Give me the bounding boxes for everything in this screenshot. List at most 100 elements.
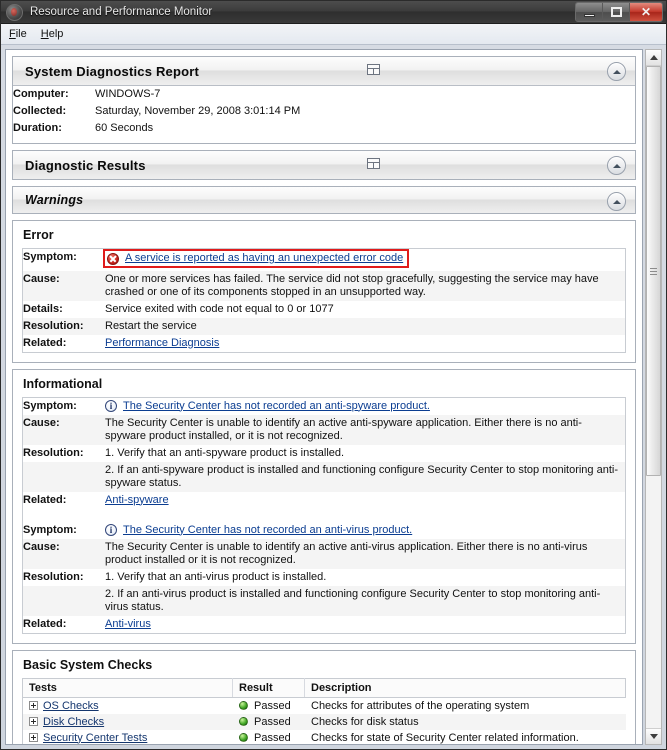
scroll-down-button[interactable] [646,728,661,744]
minimize-button[interactable] [576,3,603,21]
scrollbar-thumb[interactable] [646,66,661,477]
error-table: Symptom: A service is reported as having… [23,249,625,352]
table-row: Resolution: Restart the service [23,317,625,335]
client-area: System Diagnostics Report Computer: WIND… [1,45,666,749]
info0-symptom-label: Symptom: [23,399,77,412]
maximize-icon [610,7,622,17]
error-highlight-box: A service is reported as having an unexp… [103,249,410,268]
chevron-up-icon [612,199,621,204]
close-button[interactable]: ✕ [630,3,662,21]
table-row-spacer [23,509,625,522]
warnings-bar[interactable]: Warnings [13,187,635,213]
expand-icon[interactable] [29,733,38,742]
scroll-up-button[interactable] [646,50,661,66]
table-row: Collected: Saturday, November 29, 2008 3… [13,103,635,120]
table-icon [367,158,380,169]
table-row: Related: Anti-spyware [23,492,625,509]
info-icon: i [105,524,117,536]
error-symptom-label: Symptom: [23,251,77,263]
basic-system-checks-table: Tests Result Description OS Checks Passe… [22,677,626,745]
warnings-collapse-button[interactable] [607,192,626,211]
status-badge: Passed [254,699,291,712]
info0-resolution-spacer [23,461,105,492]
error-title: Error [23,228,54,242]
info1-related-link[interactable]: Anti-virus [105,618,151,630]
table-row: Duration: 60 Seconds [13,120,635,137]
info0-symptom-link[interactable]: The Security Center has not recorded an … [123,400,430,413]
info1-resolution-2: 2. If an anti-virus product is installed… [105,585,625,616]
row-security-center-result: Passed [233,730,305,745]
row-os-checks-description: Checks for attributes of the operating s… [311,699,530,712]
info0-resolution-1: 1. Verify that an anti-spyware product i… [105,446,345,459]
table-header-row: Tests Result Description [22,678,626,698]
menu-item-help[interactable]: Help [41,28,64,40]
menu-item-file[interactable]: File [9,28,27,40]
maximize-button[interactable] [603,3,630,21]
row-disk-checks-description: Checks for disk status [304,713,626,730]
collected-label: Collected: [13,105,67,117]
vertical-scrollbar[interactable] [645,49,662,745]
row-security-center-name: Security Center Tests [23,730,233,745]
table-row: Related: Anti-virus [23,616,625,633]
performance-monitor-icon [6,3,23,21]
table-row: Related: Performance Diagnosis [23,335,625,352]
diagnostic-results-collapse-button[interactable] [607,156,626,175]
info0-related-link[interactable]: Anti-spyware [105,494,169,506]
table-row: Symptom: A service is reported as having… [23,249,625,271]
window-title: Resource and Performance Monitor [30,6,213,18]
error-related-cell: Performance Diagnosis [105,335,625,352]
info0-resolution-2: 2. If an anti-spyware product is install… [105,461,625,492]
info1-resolution-label: Resolution: [23,570,84,583]
info0-cause-label: Cause: [23,414,105,445]
application-window: Resource and Performance Monitor ✕ File … [0,0,667,750]
column-description: Description [304,678,626,698]
diagnostic-results-bar[interactable]: Diagnostic Results [13,151,635,179]
error-cause-label: Cause: [23,270,105,301]
basic-system-checks-title: Basic System Checks [23,657,153,672]
info1-symptom-link[interactable]: The Security Center has not recorded an … [123,524,412,537]
informational-panel: Informational Symptom: i The Security Ce… [12,368,636,644]
report-title: System Diagnostics Report [25,63,200,79]
computer-label: Computer: [13,88,69,100]
error-related-label: Related: [23,336,67,349]
info0-resolution-label: Resolution: [23,446,84,459]
error-related-link[interactable]: Performance Diagnosis [105,337,219,349]
system-diagnostics-report: System Diagnostics Report Computer: WIND… [6,50,642,744]
scroll-down-arrow-icon [649,734,658,739]
table-row: Computer: WINDOWS-7 [13,86,635,103]
disk-checks-link[interactable]: Disk Checks [43,716,104,728]
info1-symptom-cell: i The Security Center has not recorded a… [105,522,625,539]
informational-table: Symptom: i The Security Center has not r… [23,398,625,633]
informational-details: Symptom: i The Security Center has not r… [22,396,626,634]
scrollbar-track[interactable] [646,66,661,728]
table-row: Details: Service exited with code not eq… [23,301,625,318]
report-header-bar[interactable]: System Diagnostics Report [13,57,635,86]
table-row: Security Center Tests Passed Checks for … [23,730,626,745]
row-disk-checks-name: Disk Checks [22,713,233,730]
error-resolution-value: Restart the service [105,317,625,335]
warnings-title: Warnings [25,193,84,207]
column-tests: Tests [22,678,233,698]
row-disk-checks-result: Passed [232,713,305,730]
diagnostic-results-panel: Diagnostic Results [12,150,636,180]
security-center-tests-link[interactable]: Security Center Tests [43,732,147,744]
computer-value: WINDOWS-7 [95,88,161,100]
status-passed-icon [239,700,248,710]
table-row: Resolution: 1. Verify that an anti-virus… [23,569,625,586]
table-row: Symptom: i The Security Center has not r… [23,522,625,539]
error-details-value: Service exited with code not equal to 0 … [105,302,334,315]
expand-icon[interactable] [29,717,38,726]
error-details: Symptom: A service is reported as having… [22,248,626,353]
expand-icon[interactable] [29,701,38,710]
info1-related-label: Related: [23,617,67,630]
table-row: 2. If an anti-virus product is installed… [23,585,625,616]
error-symptom-link[interactable]: A service is reported as having an unexp… [125,252,403,265]
table-row: Cause: One or more services has failed. … [23,270,625,301]
info1-cause-label: Cause: [23,538,105,569]
error-icon [107,252,119,265]
table-row: 2. If an anti-spyware product is install… [23,461,625,492]
row-os-checks-name: OS Checks [23,697,233,714]
info1-related-cell: Anti-virus [105,616,625,633]
os-checks-link[interactable]: OS Checks [43,700,99,712]
report-collapse-button[interactable] [607,62,626,81]
